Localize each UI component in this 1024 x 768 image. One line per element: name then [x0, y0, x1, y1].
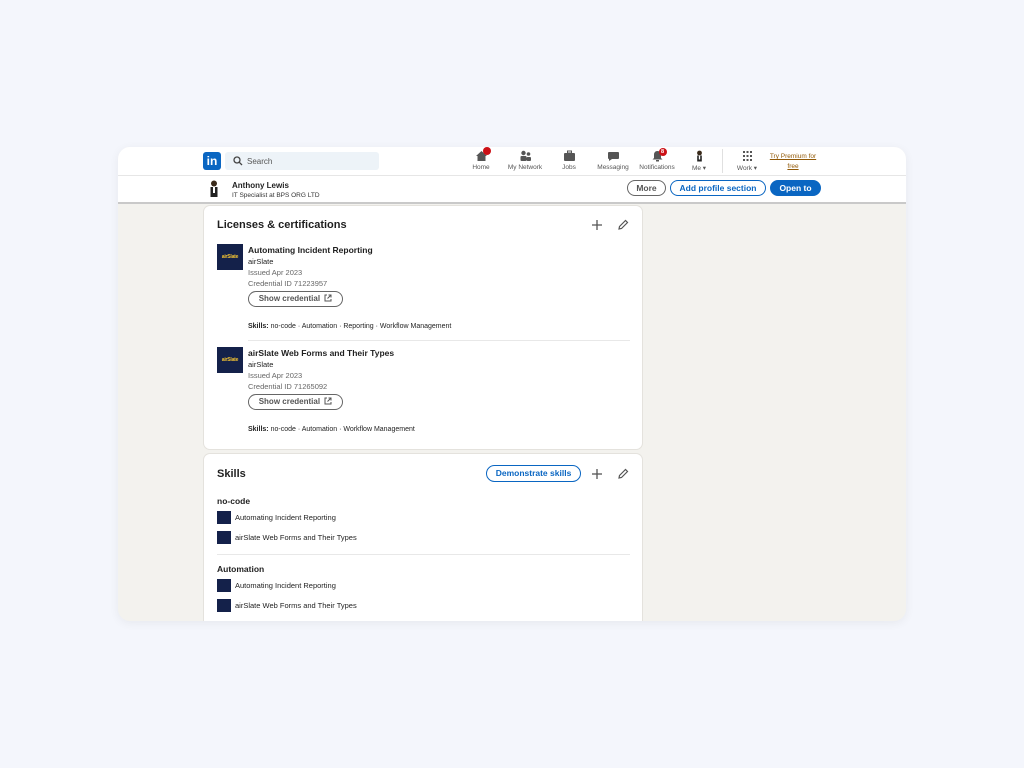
licenses-certifications-card: Licenses & certifications airSlate Autom…	[204, 206, 642, 449]
add-icon[interactable]	[590, 467, 604, 481]
skills-list: no-code · Automation · Workflow Manageme…	[270, 426, 415, 433]
message-icon	[607, 150, 620, 162]
notifications-badge: 8	[658, 148, 667, 156]
certification-name: Automating Incident Reporting	[248, 245, 373, 255]
profile-headline: IT Specialist at BPS ORG LTD	[232, 192, 320, 199]
briefcase-icon	[563, 150, 576, 162]
profile-avatar[interactable]	[208, 180, 220, 198]
airslate-logo	[217, 511, 231, 524]
item-divider	[248, 340, 630, 341]
airslate-logo[interactable]: airSlate	[217, 244, 243, 270]
edit-pencil-icon[interactable]	[616, 467, 630, 481]
certification-issuer: airSlate	[248, 257, 274, 266]
show-credential-button[interactable]: Show credential	[248, 291, 343, 307]
nav-me-label: Me ▾	[691, 165, 707, 172]
external-link-icon	[324, 397, 332, 405]
home-badge	[482, 147, 491, 155]
search-icon	[233, 156, 243, 166]
skill-source-name: Automating Incident Reporting	[235, 513, 336, 522]
network-icon	[519, 150, 532, 162]
grid-icon	[741, 150, 754, 162]
certification-issuer: airSlate	[248, 360, 274, 369]
skill-source-name: Automating Incident Reporting	[235, 581, 336, 590]
skill-group-title: Automation	[217, 564, 265, 574]
certification-skills: Skills: no-code · Automation · Workflow …	[248, 426, 415, 433]
certification-issued-date: Issued Apr 2023	[248, 268, 303, 277]
edit-pencil-icon[interactable]	[616, 218, 630, 232]
certification-issued-date: Issued Apr 2023	[248, 371, 303, 380]
global-nav: in Search Home My Network Jobs Messaging…	[118, 147, 906, 176]
skills-title: Skills	[217, 468, 246, 480]
skills-label: Skills:	[248, 426, 269, 433]
open-to-button[interactable]: Open to	[770, 180, 821, 196]
airslate-logo	[217, 579, 231, 592]
certification-name: airSlate Web Forms and Their Types	[248, 348, 395, 358]
demonstrate-skills-button[interactable]: Demonstrate skills	[486, 465, 581, 482]
chevron-down-icon: ▾	[753, 165, 758, 172]
airslate-logo[interactable]: airSlate	[217, 347, 243, 373]
skill-source-name: airSlate Web Forms and Their Types	[235, 601, 357, 610]
skill-source-name: airSlate Web Forms and Their Types	[235, 533, 357, 542]
premium-line-1: Try Premium for	[769, 153, 817, 160]
skill-group-title: no-code	[217, 496, 251, 506]
credential-id: Credential ID 71265092	[248, 382, 328, 391]
show-credential-label: Show credential	[258, 397, 321, 406]
add-profile-section-button[interactable]: Add profile section	[670, 180, 766, 196]
airslate-logo	[217, 531, 231, 544]
more-button[interactable]: More	[627, 180, 666, 196]
skills-card: Skills Demonstrate skills no-code Automa…	[204, 454, 642, 621]
bell-icon: 8	[651, 148, 667, 162]
skills-list: no-code · Automation · Reporting · Workf…	[270, 323, 452, 330]
airslate-logo	[217, 599, 231, 612]
add-icon[interactable]	[590, 218, 604, 232]
profile-name: Anthony Lewis	[232, 181, 289, 190]
premium-line-2: free	[787, 163, 799, 170]
try-premium-link[interactable]: Try Premium for free	[766, 152, 820, 172]
profile-sticky-bar: Anthony Lewis IT Specialist at BPS ORG L…	[118, 176, 906, 204]
home-icon	[475, 147, 491, 162]
linkedin-logo-icon[interactable]: in	[203, 152, 221, 170]
show-credential-button[interactable]: Show credential	[248, 394, 343, 410]
chevron-down-icon: ▾	[702, 165, 707, 172]
search-placeholder: Search	[247, 157, 273, 166]
certification-item: airSlate Automating Incident Reporting a…	[204, 244, 642, 336]
certification-skills: Skills: no-code · Automation · Reporting…	[248, 323, 451, 330]
certification-item: airSlate airSlate Web Forms and Their Ty…	[204, 347, 642, 439]
licenses-title: Licenses & certifications	[217, 219, 347, 231]
credential-id: Credential ID 71223957	[248, 279, 328, 288]
skills-label: Skills:	[248, 323, 269, 330]
search-input[interactable]: Search	[225, 152, 379, 170]
browser-window: in Search Home My Network Jobs Messaging…	[118, 147, 906, 621]
show-credential-label: Show credential	[258, 294, 321, 303]
external-link-icon	[324, 294, 332, 302]
nav-me[interactable]: Me ▾	[672, 150, 726, 174]
skill-group-divider	[217, 554, 630, 555]
avatar-icon	[693, 150, 706, 162]
